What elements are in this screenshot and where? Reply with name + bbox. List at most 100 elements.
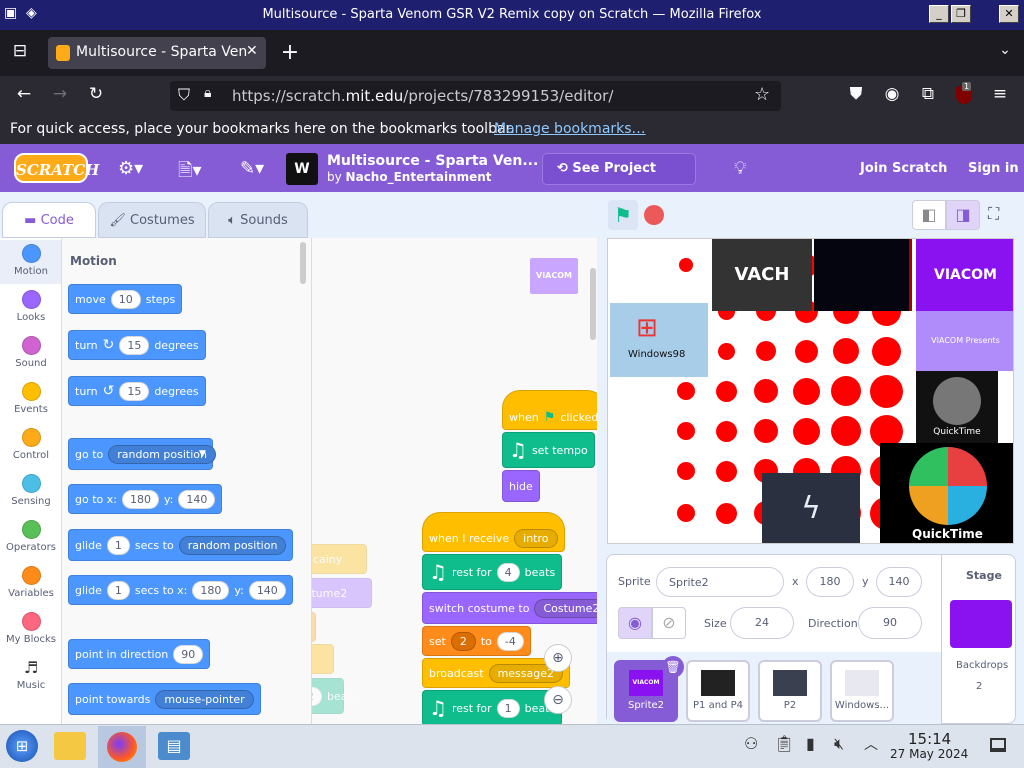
sprite-tile[interactable]: Windows... <box>830 660 894 722</box>
list-all-tabs-icon[interactable]: ⊟ <box>8 41 32 61</box>
back-icon[interactable]: ← <box>12 84 36 104</box>
close-button[interactable]: ✕ <box>999 5 1019 23</box>
tray-network-icon[interactable]: ⚇ <box>744 734 758 753</box>
block-rest-for[interactable]: ♫ rest for 4 beats <box>422 554 563 590</box>
tray-clipboard-icon[interactable]: 📋︎ <box>774 734 794 753</box>
direction-input[interactable]: 90 <box>858 607 922 639</box>
block-hide[interactable]: hide <box>502 470 540 502</box>
account-icon[interactable]: ◉ <box>880 84 904 104</box>
category-operators[interactable]: Operators <box>0 520 62 553</box>
block-glide-xy[interactable]: glide 1 secs to x: 180 y: 140 <box>68 575 293 605</box>
category-variables[interactable]: Variables <box>0 566 62 599</box>
tray-battery-icon[interactable]: ▮ <box>806 734 815 753</box>
control-panel-icon[interactable]: ▤ <box>158 732 190 760</box>
tab-code[interactable]: ▬ Code <box>2 202 96 238</box>
tab-sounds[interactable]: 🔈︎ Sounds <box>208 202 308 238</box>
block-gotoxy[interactable]: go to x: 180 y: 140 <box>68 484 223 514</box>
show-desktop-icon[interactable] <box>990 738 1006 752</box>
block-turn-right[interactable]: turn ↻ 15 degrees <box>68 330 206 360</box>
sign-in-link[interactable]: Sign in <box>968 161 1019 176</box>
category-sensing[interactable]: Sensing <box>0 474 62 507</box>
stage-red-dot <box>756 341 776 361</box>
y-input[interactable]: 140 <box>876 567 922 597</box>
block-glide-random[interactable]: glide 1 secs to random position <box>68 529 294 561</box>
join-scratch-link[interactable]: Join Scratch <box>860 161 947 176</box>
maximize-button[interactable]: ❐ <box>951 5 971 23</box>
edit-menu-icon[interactable]: ✎▾ <box>240 158 264 179</box>
project-title[interactable]: Multisource - Sparta Ven... <box>327 153 538 169</box>
tab-close-icon[interactable]: ✕ <box>246 43 258 59</box>
sprite-name-input[interactable]: Sprite2 <box>656 567 784 597</box>
delete-sprite-icon[interactable]: 🗑︎ <box>662 656 684 678</box>
lightbulb-icon[interactable]: 💡︎ <box>734 158 747 179</box>
tab-costumes[interactable]: 🖌︎ Costumes <box>98 202 206 238</box>
workspace-scrollbar[interactable] <box>590 268 596 340</box>
hide-sprite-button[interactable]: ⊘ <box>652 607 686 639</box>
block-move[interactable]: move 10 steps <box>68 284 183 314</box>
scratch-logo[interactable]: SCRATCH <box>14 153 99 183</box>
category-sound[interactable]: Sound <box>0 336 62 369</box>
block-turn-left[interactable]: turn ↺ 15 degrees <box>68 376 206 406</box>
block-set-var[interactable]: set 2 to -4 <box>422 626 531 656</box>
tray-volume-muted-icon[interactable]: 🔇︎ <box>834 734 844 754</box>
extensions-icon[interactable]: ⧉ <box>916 84 940 104</box>
manage-bookmarks-link[interactable]: Manage bookmarks… <box>494 121 646 137</box>
zoom-out-button[interactable]: ⊖ <box>544 686 572 714</box>
small-stage-button[interactable]: ◧ <box>912 200 946 230</box>
lock-icon[interactable]: 🔒︎ <box>204 85 211 101</box>
palette-scrollbar[interactable] <box>300 242 306 284</box>
new-tab-icon[interactable]: + <box>278 40 302 65</box>
tab-current[interactable]: Multisource - Sparta Ven ✕ <box>48 37 266 69</box>
forward-icon[interactable]: → <box>48 84 72 104</box>
start-button-icon[interactable]: ⊞ <box>6 730 38 762</box>
hamburger-menu-icon[interactable]: ≡ <box>988 84 1012 104</box>
file-manager-icon[interactable] <box>54 732 86 760</box>
window-titlebar: ▣ ◈ Multisource - Sparta Venom GSR V2 Re… <box>0 0 1024 30</box>
block-point-towards[interactable]: point towards mouse-pointer <box>68 683 261 715</box>
stage-red-dot <box>677 382 695 400</box>
stage-canvas[interactable]: VACH VIACOM VIACOM Presents ⊞ Windows98 Q… <box>607 238 1014 544</box>
category-music[interactable]: ♬ Music <box>0 658 62 691</box>
script-workspace[interactable]: VIACOM uncainy ostume2 2beats when⚑click… <box>312 238 597 724</box>
zoom-in-button[interactable]: ⊕ <box>544 644 572 672</box>
block-when-flag-clicked[interactable]: when ⚑ clicked <box>502 390 597 430</box>
category-looks[interactable]: Looks <box>0 290 62 323</box>
pocket-icon[interactable]: ⛊ <box>844 84 868 104</box>
block-set-tempo[interactable]: ♫ set tempo <box>502 432 595 468</box>
tray-chevron-up-icon[interactable]: ︿ <box>864 734 878 754</box>
author-link[interactable]: Nacho_Entertainment <box>346 170 492 184</box>
green-flag-button[interactable]: ⚑ <box>608 200 638 230</box>
see-project-page-button[interactable]: ⟲ See Project Page <box>542 153 696 206</box>
large-stage-button[interactable]: ◨ <box>946 200 980 230</box>
block-goto[interactable]: go to random position ▼ <box>68 438 216 470</box>
block-rest-for-2[interactable]: ♫ rest for 1 beats <box>422 690 563 724</box>
url-bar[interactable]: ⛉ 🔒︎ https://scratch.mit.edu/projects/78… <box>170 81 781 111</box>
clock-date[interactable]: 27 May 2024 <box>890 747 968 761</box>
clock-time[interactable]: 15:14 <box>908 730 951 748</box>
firefox-taskbar-icon[interactable] <box>98 726 146 768</box>
block-when-i-receive[interactable]: when I receive intro <box>422 512 565 552</box>
sprite-tile[interactable]: P2 <box>758 660 822 722</box>
block-point-direction[interactable]: point in direction 90 <box>68 639 211 669</box>
reload-icon[interactable]: ↻ <box>84 84 108 104</box>
shield-icon[interactable]: ⛉ <box>178 85 190 105</box>
chevron-down-icon[interactable]: ⌄ <box>993 42 1017 58</box>
category-my-blocks[interactable]: My Blocks <box>0 612 62 645</box>
category-control[interactable]: Control <box>0 428 62 461</box>
bookmark-star-icon[interactable]: ☆ <box>754 84 770 105</box>
x-input[interactable]: 180 <box>806 567 854 597</box>
settings-gear-icon[interactable]: ⚙▾ <box>118 158 143 179</box>
stop-button[interactable] <box>644 205 664 225</box>
fullscreen-icon[interactable]: ⛶ <box>988 204 999 224</box>
minimize-button[interactable]: _ <box>929 5 949 23</box>
category-motion[interactable]: Motion <box>0 244 62 277</box>
stage-backdrop-thumbnail[interactable] <box>950 600 1012 648</box>
stage-red-dot <box>831 376 861 406</box>
show-sprite-button[interactable]: ◉ <box>618 607 652 639</box>
sprite-tile[interactable]: P1 and P4 <box>686 660 750 722</box>
block-switch-costume[interactable]: switch costume to Costume2 <box>422 592 597 624</box>
file-menu-icon[interactable]: 🗎︎▾ <box>178 158 202 188</box>
category-events[interactable]: Events <box>0 382 62 415</box>
sprite-thumbnail <box>701 670 735 696</box>
size-input[interactable]: 24 <box>730 607 794 639</box>
